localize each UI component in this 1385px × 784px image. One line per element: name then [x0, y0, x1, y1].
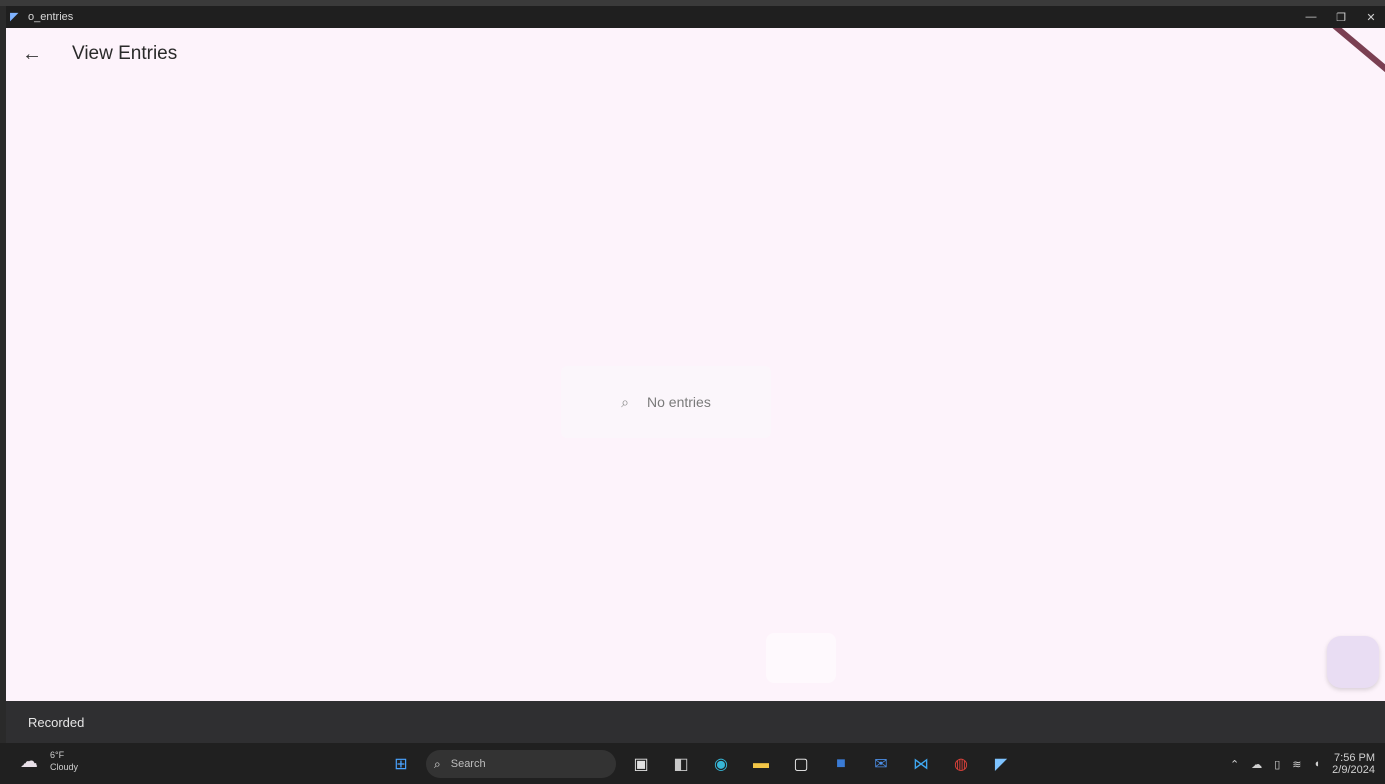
window-controls: — ❐ ✕ [1303, 6, 1379, 28]
task-view-icon[interactable]: ▣ [626, 750, 656, 778]
clock[interactable]: 7:56 PM 2/9/2024 [1332, 752, 1375, 776]
wifi-icon[interactable]: ≋ [1292, 758, 1301, 771]
system-tray: ⌃ ☁ ▯ ≋ ◖ 7:56 PM 2/9/2024 [1230, 749, 1375, 779]
empty-state: ⌕ No entries [561, 366, 771, 438]
minimize-button[interactable]: — [1303, 11, 1319, 23]
chevron-up-icon[interactable]: ⌃ [1230, 758, 1239, 771]
bottom-placeholder [766, 633, 836, 683]
maximize-button[interactable]: ❐ [1333, 11, 1349, 24]
taskbar-search-text: Search [450, 758, 486, 770]
weather-temp: 6°F [50, 750, 65, 760]
page-title: View Entries [72, 43, 178, 64]
edge-icon[interactable]: ◉ [706, 750, 736, 778]
app-bar: ← View Entries [6, 28, 1385, 80]
start-button[interactable]: ⊞ [386, 750, 416, 778]
battery-icon[interactable]: ▯ [1274, 758, 1280, 771]
taskbar: ☁ 6°F Cloudy ⊞ ⌕ Search ▣ ◧ ◉ ▬ ▢ ■ ✉ ⋈ … [0, 743, 1385, 784]
mail-icon[interactable]: ✉ [866, 750, 896, 778]
search-icon: ⌕ [434, 756, 441, 771]
flutter-app-icon: ◤ [10, 11, 19, 23]
cloud-icon: ☁ [20, 751, 38, 771]
cloud-icon[interactable]: ☁ [1251, 758, 1262, 771]
snackbar: Recorded [6, 701, 1385, 743]
taskbar-search[interactable]: ⌕ Search [426, 750, 616, 778]
volume-icon[interactable]: ◖ [1314, 758, 1321, 770]
add-entry-fab[interactable] [1327, 636, 1379, 688]
search-icon: ⌕ [621, 393, 630, 410]
close-button[interactable]: ✕ [1363, 11, 1379, 24]
vscode-icon[interactable]: ⋈ [906, 750, 936, 778]
weather-condition: Cloudy [50, 762, 79, 772]
notes-icon[interactable]: ▢ [786, 750, 816, 778]
file-explorer-icon[interactable]: ▬ [746, 750, 776, 778]
word-icon[interactable]: ■ [826, 750, 856, 778]
weather-widget[interactable]: ☁ 6°F Cloudy [20, 749, 78, 773]
red-app-icon[interactable]: ◍ [946, 750, 976, 778]
taskbar-pinned: ⊞ ⌕ Search ▣ ◧ ◉ ▬ ▢ ■ ✉ ⋈ ◍ ◤ [386, 749, 1016, 779]
window-title: o_entries [28, 11, 74, 23]
desktop: ◤ o_entries — ❐ ✕ ← View Entries ⌕ No en… [0, 0, 1385, 784]
snackbar-message: Recorded [28, 714, 85, 730]
app-content: ← View Entries ⌕ No entries [6, 28, 1385, 701]
arrow-back-icon: ← [22, 42, 42, 65]
clock-date: 2/9/2024 [1332, 764, 1375, 776]
flutter-app-icon[interactable]: ◤ [986, 750, 1016, 778]
widgets-icon[interactable]: ◧ [666, 750, 696, 778]
clock-time: 7:56 PM [1334, 752, 1375, 764]
empty-state-text: No entries [647, 394, 711, 410]
debug-banner [1325, 28, 1385, 88]
back-button[interactable]: ← [14, 36, 50, 72]
window-titlebar[interactable]: ◤ o_entries — ❐ ✕ [6, 6, 1385, 28]
